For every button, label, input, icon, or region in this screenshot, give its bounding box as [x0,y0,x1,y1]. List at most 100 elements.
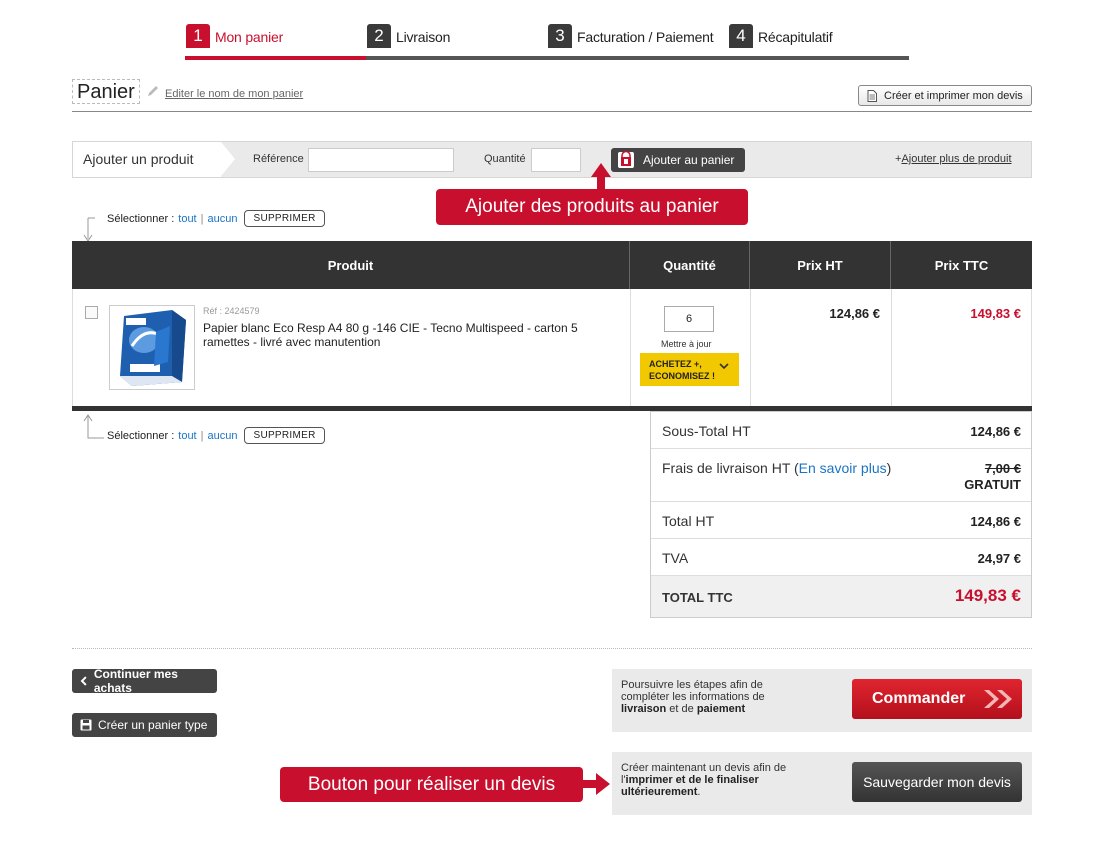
devis-description: Créer maintenant un devis afin de l'impr… [621,762,791,798]
add-product-bar: Ajouter un produit Référence Quantité Aj… [72,141,1032,178]
select-all-link[interactable]: tout [178,213,196,225]
subtotal-label: Sous-Total HT [662,423,751,439]
order-button[interactable]: Commander [852,679,1022,719]
delete-button[interactable]: SUPPRIMER [244,427,325,444]
chevron-left-icon [80,676,87,686]
update-link[interactable]: Mettre à jour [661,339,712,349]
total-ht-label: Total HT [662,513,715,529]
select-arrow-icon [83,217,95,242]
subtotal-value: 124,86 € [970,424,1021,439]
shipping-label-close: ) [886,460,892,476]
header-quantity: Quantité [663,257,716,273]
learn-more-link[interactable]: En savoir plus [799,460,887,476]
reference-input[interactable] [308,148,454,172]
subtotal-row: Sous-Total HT 124,86 € [651,412,1031,449]
create-print-devis-button[interactable]: Créer et imprimer mon devis [858,85,1032,106]
delete-button[interactable]: SUPPRIMER [244,210,325,227]
save-icon [80,719,92,731]
select-label: Sélectionner : [107,429,175,442]
step-bar [547,56,728,60]
arrow-up-icon [591,163,611,177]
devis-text-2: . [697,786,701,798]
add-to-cart-button[interactable]: Ajouter au panier [611,148,745,172]
step-facturation[interactable]: 3 Facturation / Paiement [547,24,728,60]
promo-line-2: ECONOMISEZ ! [649,371,716,381]
buy-more-save-button[interactable]: ACHETEZ +, ECONOMISEZ ! [640,353,739,386]
document-icon [867,89,877,102]
header-product: Produit [327,257,374,273]
step-recapitulatif[interactable]: 4 Récapitulatif [728,24,909,60]
add-more-label: Ajouter plus de produit [901,153,1012,165]
cart-title[interactable]: Panier [72,79,140,104]
order-text-1: Poursuivre les étapes afin de compléter … [621,679,765,703]
paper-ream-image [110,306,194,389]
devis-button-label: Créer et imprimer mon devis [884,89,1023,102]
step-number: 2 [367,24,391,48]
double-chevron-icon [984,690,1012,708]
tva-row: TVA 24,97 € [651,539,1031,576]
step-label: Facturation / Paiement [577,29,714,45]
select-none-link[interactable]: aucun [207,430,237,442]
step-livraison[interactable]: 2 Livraison [366,24,547,60]
price-ht: 124,86 € [829,306,880,321]
divider [72,111,1032,112]
cart-template-label: Créer un panier type [98,718,208,732]
order-text-bold-2: paiement [696,703,746,715]
continue-label: Continuer mes achats [93,667,178,695]
header-price-ttc: Prix TTC [934,257,989,273]
save-devis-button[interactable]: Sauvegarder mon devis [852,762,1022,802]
chevron-shape [221,142,235,176]
step-bar [185,56,366,60]
divider [72,648,1032,649]
total-ht-row: Total HT 124,86 € [651,502,1031,539]
quantity-field[interactable]: 6 [664,306,714,332]
select-label: Sélectionner : [107,212,175,225]
add-more-products-link[interactable]: +Ajouter plus de produit [895,153,1012,165]
callout-devis: Bouton pour réaliser un devis [280,767,583,802]
row-checkbox[interactable] [85,306,98,319]
product-image[interactable] [109,305,195,390]
price-ttc: 149,83 € [970,306,1021,321]
step-bar [728,56,909,60]
step-label: Livraison [396,29,451,45]
arrow-stem [597,176,605,190]
quantity-input[interactable] [531,148,581,172]
step-number: 3 [548,24,572,48]
shipping-old-price: 7,00 € [984,461,1021,476]
continue-shopping-button[interactable]: Continuer mes achats [72,667,217,695]
devis-text-bold: imprimer et de le finaliser ultérieureme… [621,774,759,798]
tva-label: TVA [662,550,689,566]
order-text-2: et de [666,703,697,715]
edit-cart-name-link[interactable]: Editer le nom de mon panier [165,88,303,100]
add-to-cart-label: Ajouter au panier [643,153,735,167]
step-bar [366,56,547,60]
select-bar-bottom: Sélectionner : tout | aucun SUPPRIMER [107,427,325,444]
order-box: Poursuivre les étapes afin de compléter … [612,669,1032,732]
product-name[interactable]: Papier blanc Eco Resp A4 80 g -146 CIE -… [203,321,613,349]
chevron-down-icon [719,363,729,370]
shipping-free: GRATUIT [964,477,1021,492]
col-divider [750,289,751,407]
step-number: 1 [186,24,210,48]
step-mon-panier[interactable]: 1 Mon panier [185,24,366,60]
total-ttc-label: TOTAL TTC [662,590,733,605]
separator: | [200,212,204,225]
step-label: Récapitulatif [758,29,833,45]
shipping-row: Frais de livraison HT (En savoir plus) 7… [651,449,1031,502]
reference-label: Référence [253,153,304,165]
create-cart-template-button[interactable]: Créer un panier type [72,713,217,737]
select-none-link[interactable]: aucun [207,213,237,225]
shipping-label-text: Frais de livraison HT ( [662,460,799,476]
col-divider [630,289,631,407]
select-arrow-icon [83,414,104,439]
select-all-link[interactable]: tout [178,430,196,442]
arrow-right-icon [596,773,610,795]
order-text-bold-1: livraison [621,703,667,715]
total-ttc-value: 149,83 € [954,586,1021,605]
pencil-icon[interactable] [146,84,160,98]
callout-add-products: Ajouter des produits au panier [436,189,748,225]
total-ht-value: 124,86 € [970,514,1021,529]
select-bar-top: Sélectionner : tout | aucun SUPPRIMER [107,210,325,227]
shopping-bag-icon [618,151,634,168]
totals-panel: Sous-Total HT 124,86 € Frais de livraiso… [650,411,1032,618]
